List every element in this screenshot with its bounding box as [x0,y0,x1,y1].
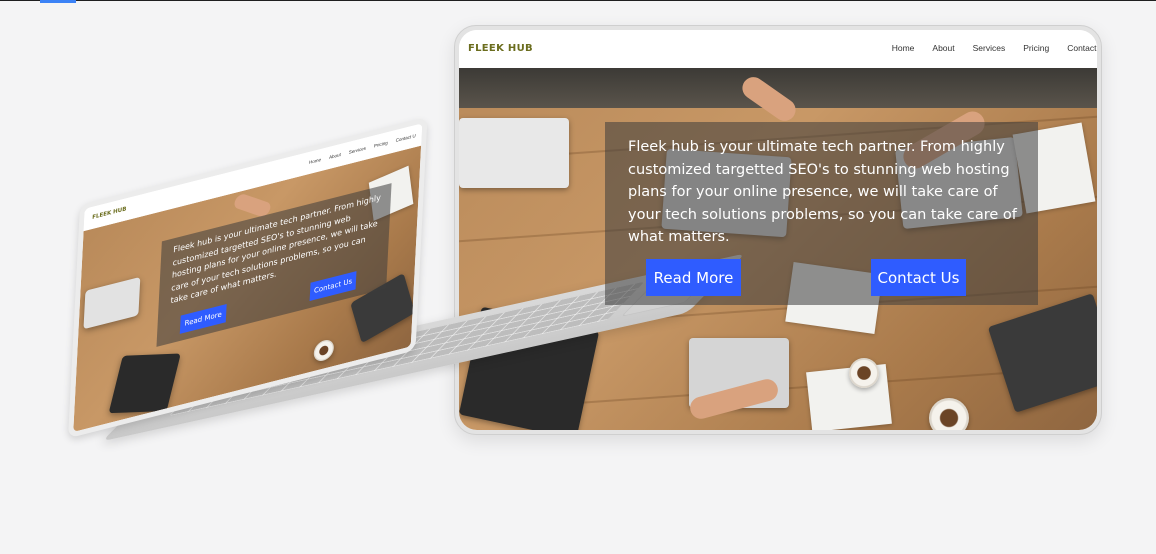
laptop-nav-pricing: Pricing [373,140,388,149]
laptop-nav-about: About [328,151,341,160]
desk-laptop [83,276,141,330]
site-navbar: FLEEK HUB Home About Services Pricing Co… [459,30,1097,68]
nav-item-contact[interactable]: Contact U [1067,43,1097,53]
contact-us-button[interactable]: Contact Us [871,259,966,296]
hero-text: Fleek hub is your ultimate tech partner.… [628,139,1017,245]
nav-item-about[interactable]: About [932,43,954,53]
laptop-nav-services: Services [348,145,367,155]
laptop-screen: FLEEK HUB Home About Services Pricing Co… [67,116,428,439]
top-border [0,0,1156,1]
read-more-button[interactable]: Read More [646,259,741,296]
desk-laptop [987,293,1097,413]
coffee-cup [313,337,335,364]
desk-laptop [108,353,181,414]
nav-item-pricing[interactable]: Pricing [1023,43,1049,53]
nav-links: Home About Services Pricing Contact U [892,43,1097,53]
nav-item-services[interactable]: Services [973,43,1006,53]
laptop-mockup: FLEEK HUB Home About Services Pricing Co… [60,116,746,520]
coffee-cup [849,358,879,388]
top-accent-bar [40,0,76,3]
laptop-site-logo: FLEEK HUB [91,206,127,221]
laptop-nav-contact: Contact U [395,132,416,144]
site-logo[interactable]: FLEEK HUB [468,43,533,54]
nav-item-home[interactable]: Home [892,43,915,53]
laptop-nav-home: Home [308,156,322,166]
coffee-cup [929,398,969,430]
